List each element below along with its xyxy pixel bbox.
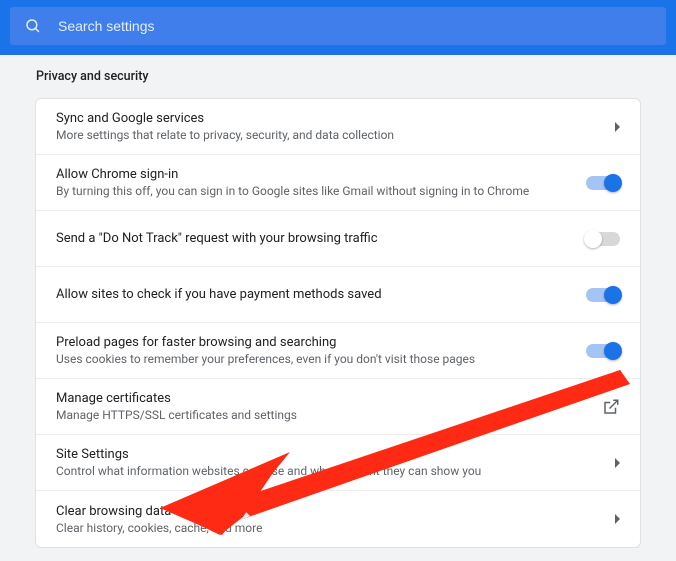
header xyxy=(0,0,676,55)
row-subtitle: Clear history, cookies, cache, and more xyxy=(56,521,603,535)
chevron-right-icon xyxy=(615,458,620,468)
toggle-chrome-signin[interactable] xyxy=(586,176,620,190)
row-title: Allow Chrome sign-in xyxy=(56,167,574,182)
row-title: Sync and Google services xyxy=(56,111,603,126)
row-subtitle: Manage HTTPS/SSL certificates and settin… xyxy=(56,408,590,422)
row-title: Clear browsing data xyxy=(56,504,603,519)
row-title: Manage certificates xyxy=(56,391,590,406)
row-subtitle: Control what information websites can us… xyxy=(56,464,603,478)
toggle-preload-pages[interactable] xyxy=(586,344,620,358)
row-title: Preload pages for faster browsing and se… xyxy=(56,335,574,350)
row-site-settings[interactable]: Site Settings Control what information w… xyxy=(36,435,640,491)
row-sync-google-services[interactable]: Sync and Google services More settings t… xyxy=(36,99,640,155)
row-title: Allow sites to check if you have payment… xyxy=(56,287,574,302)
chevron-right-icon xyxy=(615,122,620,132)
row-title: Send a "Do Not Track" request with your … xyxy=(56,231,574,246)
toggle-payment-methods[interactable] xyxy=(586,288,620,302)
toggle-do-not-track[interactable] xyxy=(586,232,620,246)
external-link-icon xyxy=(602,398,620,416)
row-title: Site Settings xyxy=(56,447,603,462)
settings-card: Sync and Google services More settings t… xyxy=(35,98,641,548)
row-clear-browsing-data[interactable]: Clear browsing data Clear history, cooki… xyxy=(36,491,640,547)
row-subtitle: Uses cookies to remember your preference… xyxy=(56,352,574,366)
search-icon xyxy=(24,17,42,35)
row-payment-methods[interactable]: Allow sites to check if you have payment… xyxy=(36,267,640,323)
search-bar[interactable] xyxy=(10,7,666,45)
row-allow-chrome-signin[interactable]: Allow Chrome sign-in By turning this off… xyxy=(36,155,640,211)
row-manage-certificates[interactable]: Manage certificates Manage HTTPS/SSL cer… xyxy=(36,379,640,435)
section-title-privacy: Privacy and security xyxy=(0,55,676,98)
chevron-right-icon xyxy=(615,514,620,524)
row-do-not-track[interactable]: Send a "Do Not Track" request with your … xyxy=(36,211,640,267)
search-input[interactable] xyxy=(58,18,652,34)
row-subtitle: By turning this off, you can sign in to … xyxy=(56,184,574,198)
row-subtitle: More settings that relate to privacy, se… xyxy=(56,128,603,142)
row-preload-pages[interactable]: Preload pages for faster browsing and se… xyxy=(36,323,640,379)
